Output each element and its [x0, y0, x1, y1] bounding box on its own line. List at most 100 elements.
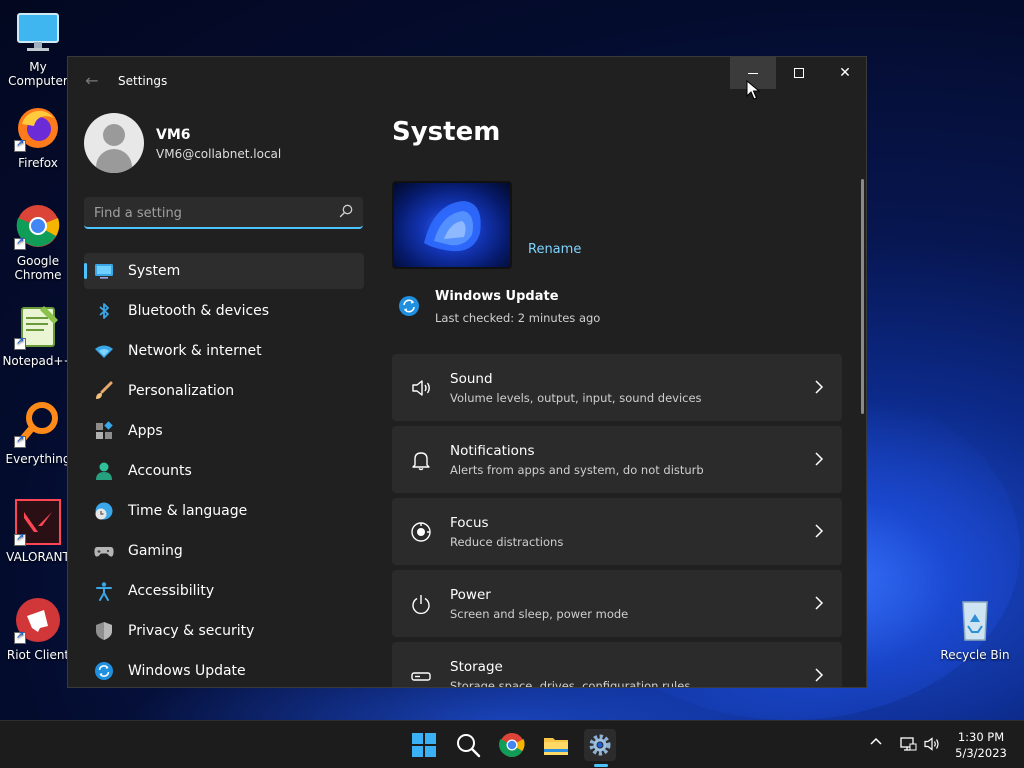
- settings-card-focus[interactable]: Focus Reduce distractions: [392, 498, 842, 565]
- chevron-up-icon[interactable]: [866, 735, 886, 755]
- bluetooth-icon: [99, 303, 109, 319]
- volume-icon[interactable]: [922, 735, 942, 755]
- valorant-icon: [14, 498, 62, 546]
- sidebar-item-label: Network & internet: [128, 343, 262, 359]
- sidebar-item-accounts[interactable]: Accounts: [84, 453, 364, 489]
- chevron-right-icon: [815, 380, 824, 394]
- sidebar-item-label: Time & language: [128, 503, 248, 519]
- speaker-icon: [412, 380, 430, 396]
- content-scrollbar[interactable]: [861, 179, 864, 414]
- desktop-icon-google-chrome[interactable]: Google Chrome: [0, 202, 76, 282]
- taskbar: 1:30 PM 5/3/2023: [0, 720, 1024, 768]
- desktop-icon-label: Everything: [5, 452, 71, 466]
- sidebar-item-bluetooth-devices[interactable]: Bluetooth & devices: [84, 293, 364, 329]
- desktop-icon-notepad-plus-plus[interactable]: Notepad++: [0, 302, 76, 368]
- desktop-icon-recycle-bin[interactable]: Recycle Bin: [937, 596, 1013, 662]
- rename-link[interactable]: Rename: [528, 242, 581, 257]
- system-icon: [95, 264, 113, 279]
- sidebar-item-privacy-security[interactable]: Privacy & security: [84, 613, 364, 649]
- windows-update-last-checked: Last checked: 2 minutes ago: [435, 311, 601, 325]
- sidebar-item-label: Bluetooth & devices: [128, 303, 270, 319]
- sidebar-item-system[interactable]: System: [84, 253, 364, 289]
- desktop-icon-label: VALORANT: [6, 550, 70, 564]
- back-button[interactable]: ←: [82, 71, 102, 91]
- card-title: Notifications: [450, 443, 535, 459]
- settings-window[interactable]: ← Settings ✕ VM6 VM6@collabnet.local Fin…: [67, 56, 867, 688]
- desktop-icon-everything[interactable]: Everything: [0, 400, 76, 466]
- sidebar-item-time-language[interactable]: Time & language: [84, 493, 364, 529]
- gamepad-icon: [94, 547, 114, 557]
- windows-update-status[interactable]: Windows Update Last checked: 2 minutes a…: [392, 287, 692, 327]
- close-button[interactable]: ✕: [822, 57, 866, 89]
- shortcut-arrow-icon: [14, 434, 26, 448]
- wifi-icon: [95, 345, 113, 358]
- window-title: Settings: [118, 74, 168, 88]
- maximize-button[interactable]: [776, 57, 822, 89]
- sidebar-item-windows-update[interactable]: Windows Update: [84, 653, 364, 687]
- chevron-right-icon: [815, 668, 824, 682]
- network-icon[interactable]: [898, 735, 918, 755]
- desktop-icon-valorant[interactable]: VALORANT: [0, 498, 76, 564]
- brush-icon: [96, 381, 113, 399]
- sidebar-item-label: Personalization: [128, 383, 235, 399]
- search-icon[interactable]: [339, 204, 353, 218]
- clock-globe-icon: [95, 502, 113, 520]
- shield-icon: [96, 622, 112, 640]
- card-title: Power: [450, 587, 491, 603]
- card-title: Focus: [450, 515, 489, 531]
- sidebar-item-label: Gaming: [128, 543, 183, 559]
- monitor-icon: [14, 8, 62, 56]
- power-icon: [412, 595, 430, 615]
- settings-card-storage[interactable]: Storage Storage space, drives, configura…: [392, 642, 842, 688]
- magnifier-icon: [14, 400, 62, 448]
- sidebar-item-network-internet[interactable]: Network & internet: [84, 333, 364, 369]
- chrome-icon[interactable]: [496, 729, 528, 761]
- settings-gear-icon[interactable]: [584, 729, 616, 761]
- file-explorer-icon[interactable]: [540, 729, 572, 761]
- card-subtitle: Storage space, drives, configuration rul…: [450, 679, 691, 688]
- settings-card-power[interactable]: Power Screen and sleep, power mode: [392, 570, 842, 637]
- maximize-icon: [794, 68, 804, 78]
- close-icon: ✕: [839, 65, 851, 81]
- card-title: Sound: [450, 371, 493, 387]
- taskbar-clock[interactable]: 1:30 PM 5/3/2023: [946, 729, 1016, 761]
- clock-date: 5/3/2023: [955, 746, 1007, 760]
- avatar-head-shape: [103, 124, 125, 146]
- shortcut-arrow-icon: [14, 336, 26, 350]
- settings-card-notifications[interactable]: Notifications Alerts from apps and syste…: [392, 426, 842, 493]
- avatar: [84, 113, 144, 173]
- sidebar-item-accessibility[interactable]: Accessibility: [84, 573, 364, 609]
- search-icon[interactable]: [452, 729, 484, 761]
- minimize-icon: [748, 72, 758, 74]
- windows-update-title: Windows Update: [435, 289, 559, 304]
- apps-icon: [96, 421, 113, 439]
- desktop-icon-label: Riot Client: [6, 648, 70, 662]
- shortcut-arrow-icon: [14, 236, 26, 250]
- windows-start-icon[interactable]: [408, 729, 440, 761]
- sidebar-item-label: Accessibility: [128, 583, 215, 599]
- user-profile[interactable]: VM6 VM6@collabnet.local: [84, 113, 364, 173]
- desktop-icon-my-computer[interactable]: My Computer: [0, 8, 76, 88]
- notepad-plus-plus-icon: [14, 302, 62, 350]
- profile-email: VM6@collabnet.local: [156, 147, 282, 161]
- device-wallpaper-thumbnail: [392, 181, 512, 269]
- sidebar-item-apps[interactable]: Apps: [84, 413, 364, 449]
- update-icon: [95, 662, 113, 680]
- desktop-icon-label: My Computer: [8, 60, 68, 88]
- card-subtitle: Reduce distractions: [450, 535, 564, 549]
- recycle-bin-icon: [951, 596, 999, 644]
- search-box[interactable]: [84, 197, 363, 229]
- sidebar-item-personalization[interactable]: Personalization: [84, 373, 364, 409]
- active-app-indicator: [594, 764, 608, 767]
- settings-card-sound[interactable]: Sound Volume levels, output, input, soun…: [392, 354, 842, 421]
- chevron-right-icon: [815, 524, 824, 538]
- search-input[interactable]: [94, 203, 324, 223]
- desktop-icon-firefox[interactable]: Firefox: [0, 104, 76, 170]
- card-subtitle: Volume levels, output, input, sound devi…: [450, 391, 702, 405]
- chevron-right-icon: [815, 596, 824, 610]
- sidebar-item-gaming[interactable]: Gaming: [84, 533, 364, 569]
- sidebar-item-label: Windows Update: [128, 663, 246, 679]
- sidebar-item-label: Apps: [128, 423, 163, 439]
- chrome-icon: [14, 202, 62, 250]
- desktop-icon-riot-client[interactable]: Riot Client: [0, 596, 76, 662]
